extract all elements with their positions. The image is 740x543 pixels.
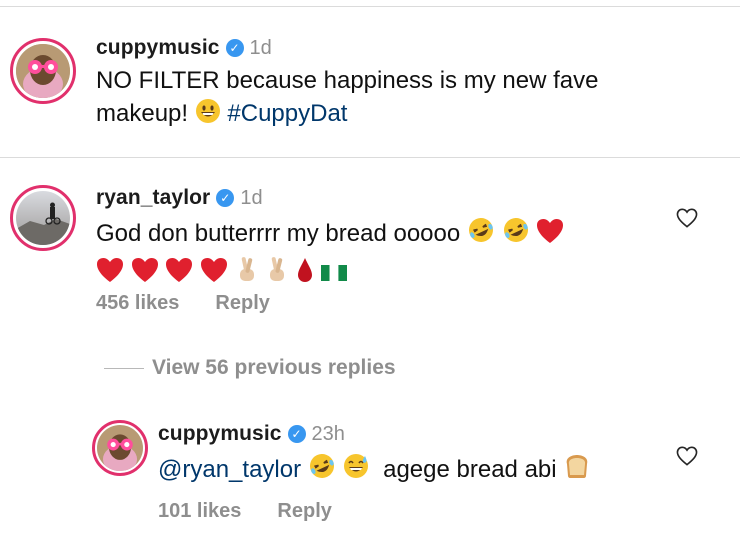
caption-text: makeup! [96, 100, 189, 127]
flag-nigeria-emoji-icon [320, 259, 347, 292]
replies-divider-line [104, 368, 144, 369]
caption-line-2: makeup! #CuppyDat [96, 97, 696, 133]
avatar-image [97, 425, 143, 471]
avatar-cuppymusic[interactable] [10, 38, 76, 104]
post-username[interactable]: cuppymusic [96, 36, 220, 59]
reply-reply-button[interactable]: Reply [277, 500, 331, 522]
comment-line-2 [96, 255, 656, 292]
divider [0, 6, 740, 7]
bread-emoji-icon [563, 452, 591, 489]
post-time: 1d [249, 37, 272, 59]
reply-meta: 101 likes Reply [158, 500, 368, 523]
reply-time: 23h [311, 423, 345, 445]
like-comment-heart-icon[interactable] [676, 208, 698, 228]
crossed-fingers-emoji-icon [235, 255, 259, 292]
post-header: cuppymusic ✓ 1d [96, 36, 272, 60]
avatar-ryan-taylor[interactable] [10, 185, 76, 251]
grinning-sweat-emoji-icon [342, 452, 370, 489]
comment-body: God don butterrrr my bread ooooo [96, 216, 656, 292]
grinning-face-emoji-icon [195, 98, 221, 133]
caption-line-1: NO FILTER because happiness is my new fa… [96, 67, 599, 94]
avatar-image [16, 44, 70, 98]
avatar-cuppymusic-reply[interactable] [92, 420, 148, 476]
red-heart-emoji-icon [131, 257, 159, 292]
comment-header: ryan_taylor ✓ 1d [96, 186, 263, 210]
reply-text: agege bread abi [383, 456, 557, 483]
verified-badge-icon: ✓ [216, 189, 235, 207]
comment-text: God don butterrrr my bread ooooo [96, 220, 461, 247]
reply-username[interactable]: cuppymusic [158, 422, 282, 445]
comment-meta: 456 likes Reply [96, 292, 306, 315]
hashtag-link[interactable]: #CuppyDat [227, 100, 347, 127]
like-reply-heart-icon[interactable] [676, 446, 698, 466]
view-previous-replies-button[interactable]: View 56 previous replies [152, 356, 396, 380]
rolling-laughing-emoji-icon [308, 452, 336, 489]
rolling-laughing-emoji-icon [467, 216, 495, 253]
rolling-laughing-emoji-icon [502, 216, 530, 253]
comments-screen: cuppymusic ✓ 1d NO FILTER because happines… [0, 0, 740, 543]
reply-header: cuppymusic ✓ 23h [158, 422, 345, 446]
drop-of-blood-emoji-icon [296, 257, 314, 292]
red-heart-emoji-icon [200, 257, 228, 292]
red-heart-emoji-icon [165, 257, 193, 292]
comment-line-1: God don butterrrr my bread ooooo [96, 216, 656, 253]
avatar-image [16, 191, 70, 245]
post-caption: NO FILTER because happiness is my new fa… [96, 64, 696, 133]
mention-link[interactable]: @ryan_taylor [158, 456, 301, 483]
reply-body: @ryan_taylor agege bread abi [158, 452, 591, 489]
red-heart-emoji-icon [536, 218, 564, 253]
comment-username[interactable]: ryan_taylor [96, 186, 210, 209]
comment-time: 1d [240, 187, 263, 209]
comment-reply-button[interactable]: Reply [215, 292, 269, 314]
comment-likes[interactable]: 456 likes [96, 292, 179, 314]
crossed-fingers-emoji-icon [265, 255, 289, 292]
reply-likes[interactable]: 101 likes [158, 500, 241, 522]
red-heart-emoji-icon [96, 257, 124, 292]
verified-badge-icon: ✓ [225, 39, 244, 57]
divider [0, 157, 740, 158]
verified-badge-icon: ✓ [287, 425, 306, 443]
